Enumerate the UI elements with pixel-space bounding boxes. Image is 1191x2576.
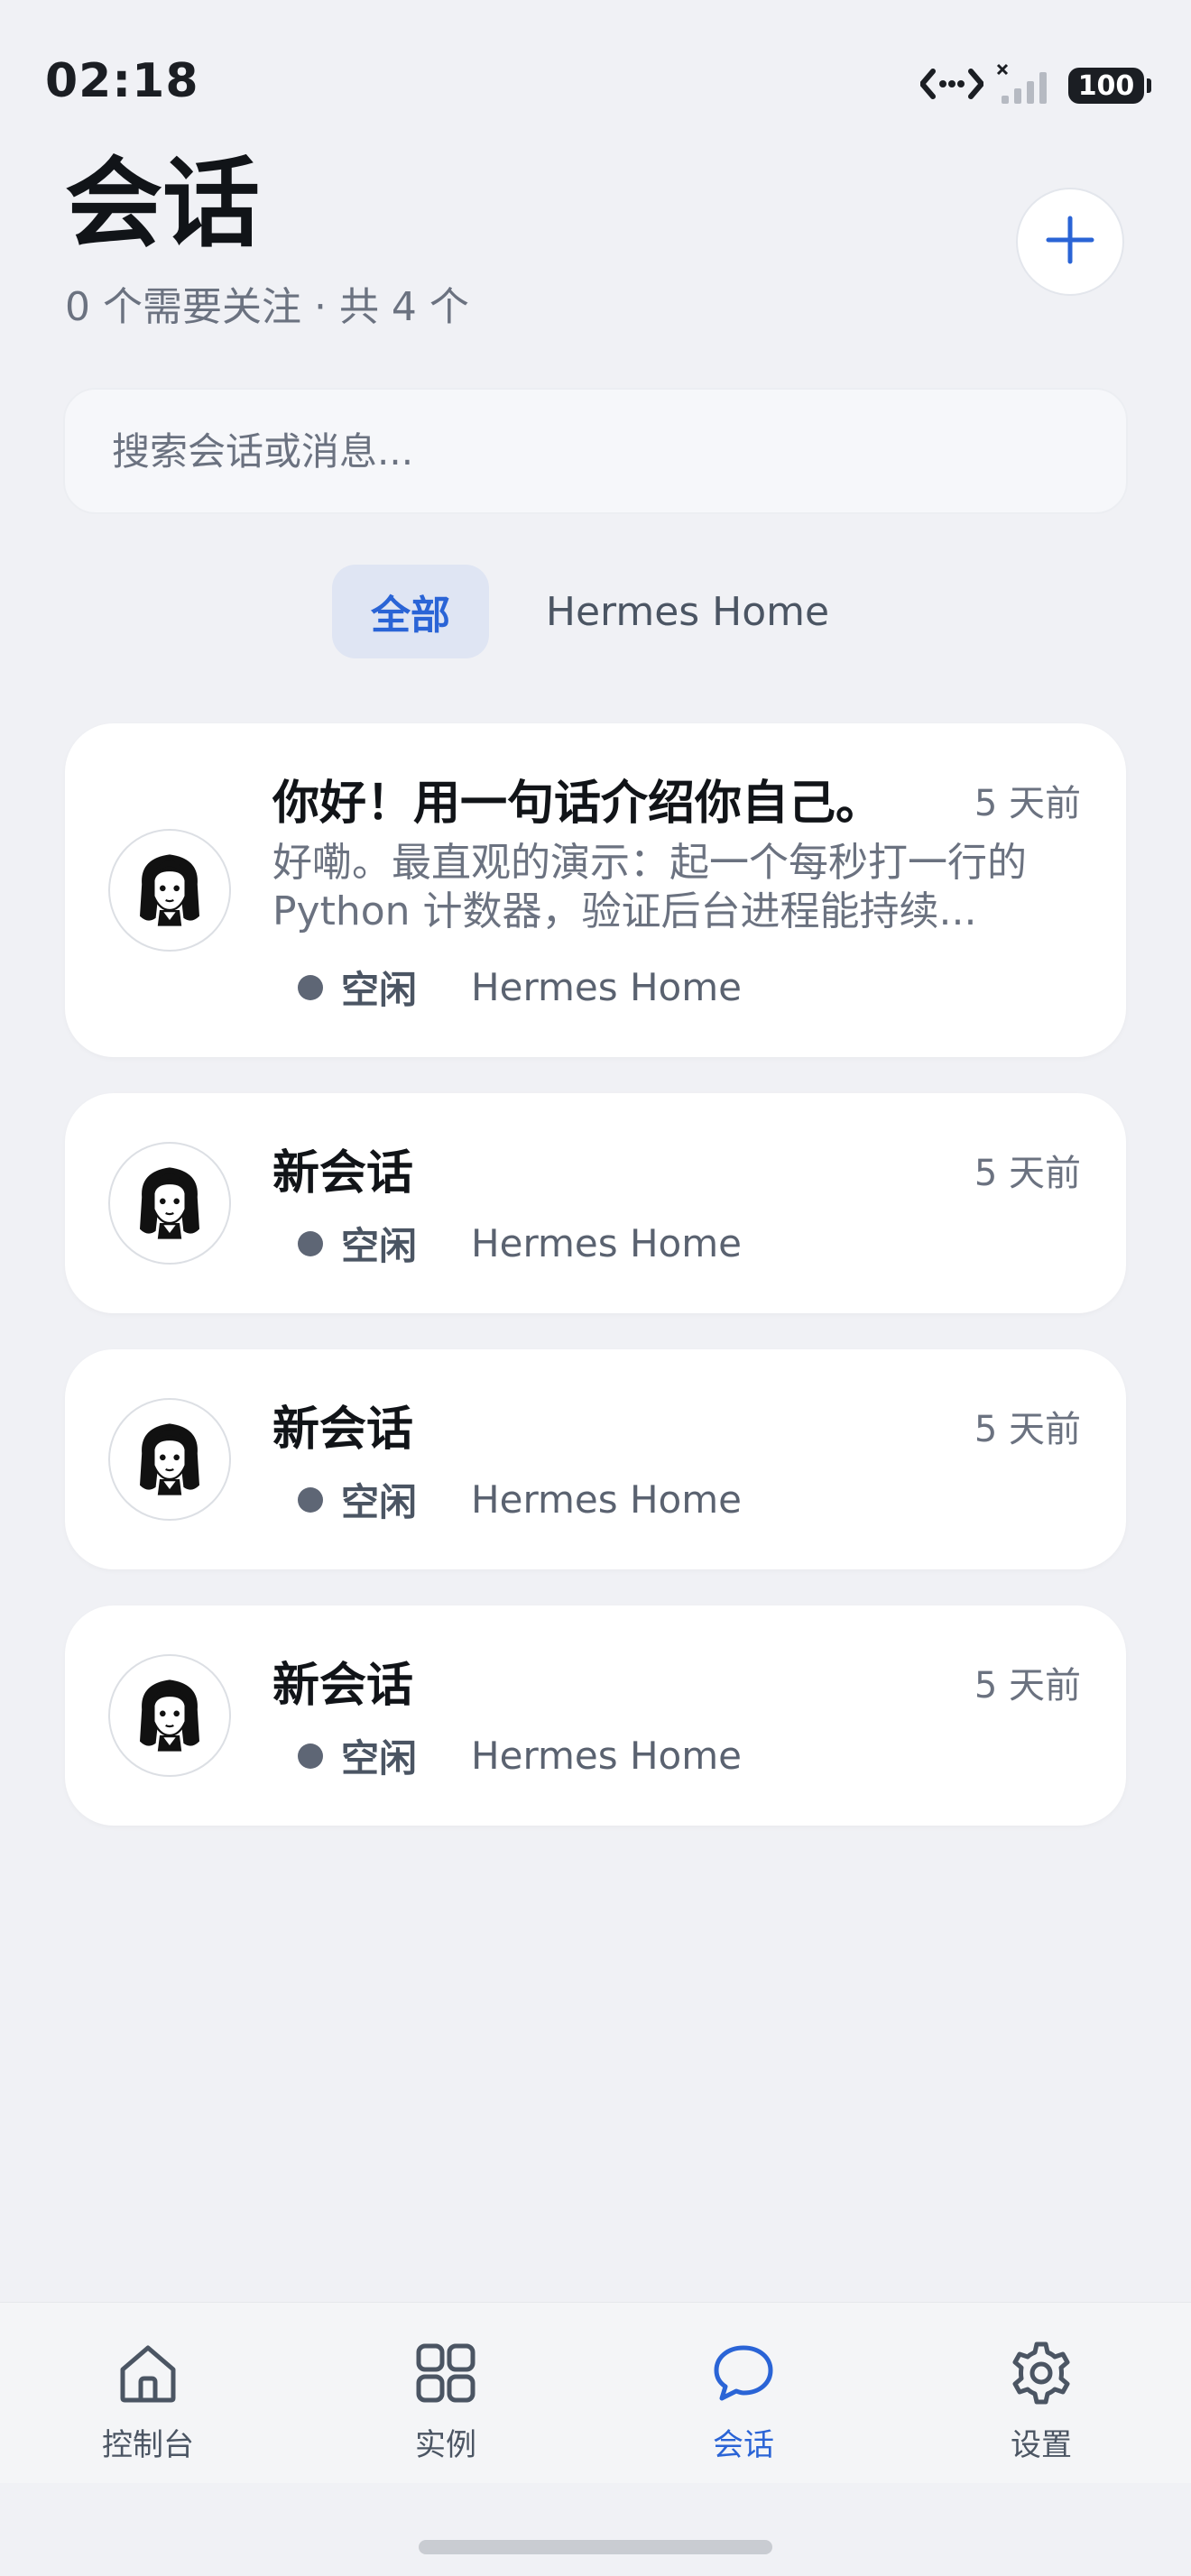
conversation-time: 5 天前 <box>974 1153 1081 1194</box>
status-label: 空闲 <box>341 1736 418 1780</box>
tab-hermes-home[interactable]: Hermes Home <box>534 565 841 658</box>
conversation-card[interactable]: 新会话 5 天前 空闲 Hermes Home <box>65 1349 1126 1569</box>
status-icons: 100 <box>919 63 1151 108</box>
nav-label: 控制台 <box>102 2427 194 2463</box>
cellular-signal-icon <box>996 63 1056 108</box>
search-input[interactable] <box>110 428 1061 474</box>
status-bar: 02:18 100 <box>0 0 1191 171</box>
conversation-meta: 空闲 Hermes Home <box>298 1728 742 1783</box>
home-indicator[interactable] <box>419 2540 772 2554</box>
status-label: 空闲 <box>341 968 418 1012</box>
bottom-nav: 控制台 实例 会话 设置 <box>0 2302 1191 2483</box>
nav-label: 实例 <box>415 2427 476 2463</box>
conversation-time: 5 天前 <box>974 783 1081 824</box>
status-label: 空闲 <box>341 1480 418 1524</box>
instance-label: Hermes Home <box>471 1734 742 1778</box>
avatar <box>108 829 231 952</box>
grid-icon <box>411 2339 480 2411</box>
avatar-image <box>120 1666 219 1765</box>
plus-icon <box>1045 215 1095 269</box>
chat-bubble-icon <box>709 2339 778 2411</box>
avatar <box>108 1142 231 1265</box>
tab-all[interactable]: 全部 <box>332 565 489 658</box>
status-label: 空闲 <box>341 1224 418 1268</box>
page-subtitle: 0 个需要关注 · 共 4 个 <box>65 284 469 330</box>
page-title: 会话 <box>65 148 261 261</box>
battery-icon: 100 <box>1068 68 1151 104</box>
status-dot <box>298 1486 323 1513</box>
conversation-meta: 空闲 Hermes Home <box>298 960 742 1015</box>
conversation-title: 新会话 <box>272 1146 414 1201</box>
search-bar[interactable] <box>63 388 1128 514</box>
avatar-image <box>120 1410 219 1509</box>
conversation-title: 你好！用一句话介绍你自己。 <box>272 777 883 831</box>
gear-icon <box>1007 2339 1076 2411</box>
status-time: 02:18 <box>45 54 199 108</box>
conversation-meta: 空闲 Hermes Home <box>298 1472 742 1527</box>
status-dot <box>298 1743 323 1769</box>
conversation-card[interactable]: 你好！用一句话介绍你自己。 5 天前 好嘞。最直观的演示：起一个每秒打一行的 P… <box>65 723 1126 1057</box>
new-conversation-button[interactable] <box>1016 188 1124 296</box>
instance-label: Hermes Home <box>471 1477 742 1522</box>
nav-item-dashboard[interactable]: 控制台 <box>58 2339 238 2464</box>
nav-item-conversations[interactable]: 会话 <box>653 2339 834 2464</box>
conversation-title: 新会话 <box>272 1659 414 1713</box>
instance-label: Hermes Home <box>471 1221 742 1265</box>
avatar-image <box>120 1154 219 1253</box>
conversation-card[interactable]: 新会话 5 天前 空闲 Hermes Home <box>65 1605 1126 1826</box>
nav-item-instances[interactable]: 实例 <box>355 2339 536 2464</box>
conversation-time: 5 天前 <box>974 1665 1081 1707</box>
conversation-meta: 空闲 Hermes Home <box>298 1216 742 1271</box>
avatar <box>108 1654 231 1777</box>
nav-item-settings[interactable]: 设置 <box>951 2339 1131 2464</box>
status-dot <box>298 974 323 1000</box>
data-transfer-icon <box>919 64 984 107</box>
conversation-title: 新会话 <box>272 1403 414 1457</box>
status-dot <box>298 1230 323 1256</box>
conversation-time: 5 天前 <box>974 1409 1081 1450</box>
conversation-card[interactable]: 新会话 5 天前 空闲 Hermes Home <box>65 1093 1126 1313</box>
instance-label: Hermes Home <box>471 965 742 1009</box>
avatar <box>108 1398 231 1521</box>
conversation-preview: 好嘞。最直观的演示：起一个每秒打一行的 Python 计数器，验证后台进程能持续… <box>272 840 1027 934</box>
avatar-image <box>120 841 219 940</box>
nav-label: 设置 <box>1011 2427 1072 2463</box>
home-icon <box>114 2339 182 2411</box>
nav-label: 会话 <box>713 2427 774 2463</box>
